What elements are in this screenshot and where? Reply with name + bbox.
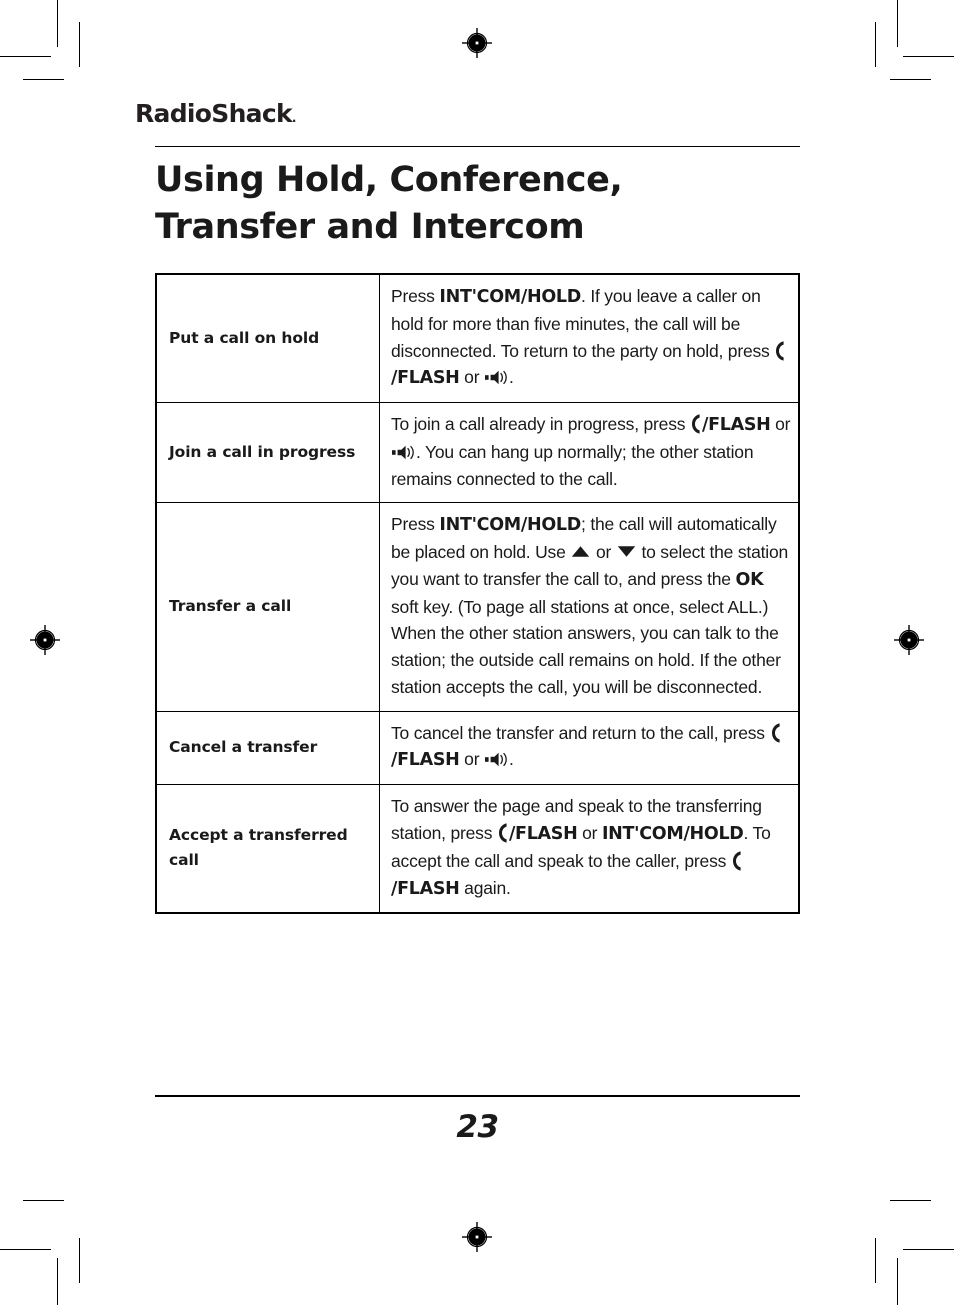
header-divider-rule: [155, 145, 800, 147]
button-name-emphasis: /FLASH: [508, 824, 578, 845]
triangle-up-icon: [571, 539, 590, 557]
crop-mark-top-left-horizontal-outer: [0, 56, 51, 57]
speaker-icon: [485, 366, 508, 385]
crop-mark-top-left-vertical-inner: [79, 22, 80, 67]
crop-mark-bottom-left-vertical-inner: [79, 1238, 80, 1283]
page-title-line-1: Using Hold, Conference,: [155, 159, 623, 200]
registration-mark-left: [30, 625, 60, 655]
button-name-emphasis: INT'COM/HOLD: [601, 824, 744, 845]
crop-mark-bottom-left-horizontal-outer: [0, 1249, 51, 1250]
handset-icon: [774, 340, 786, 361]
registration-mark-bottom: [462, 1222, 492, 1252]
button-name-emphasis: /FLASH: [391, 878, 460, 899]
instructions-table: Put a call on hold Press INT'COM/HOLD. If…: [155, 273, 800, 915]
action-description: To join a call already in progress, pres…: [379, 402, 800, 504]
button-name-emphasis: INT'COM/HOLD: [439, 287, 581, 307]
crop-mark-top-left-vertical-outer: [57, 0, 58, 47]
table-row: Join a call in progress To join a call al…: [155, 402, 800, 504]
page-footer: 23: [155, 1095, 800, 1145]
page-title-line-2: Transfer and Intercom: [155, 206, 585, 247]
radioshack-logo: RadioShack.: [135, 100, 800, 128]
crop-mark-bottom-right-horizontal-outer: [903, 1249, 954, 1250]
registration-mark-top: [462, 28, 492, 58]
button-name-emphasis: INT'COM/HOLD: [439, 515, 581, 536]
brand-trademark-dot: .: [291, 111, 297, 125]
button-name-emphasis: /FLASH: [391, 368, 460, 389]
instructions-table-body: Put a call on hold Press INT'COM/HOLD. If…: [155, 273, 800, 914]
action-label: Accept a transferred call: [155, 784, 380, 914]
crop-mark-top-right-vertical-inner: [875, 22, 876, 67]
table-row: Cancel a transfer To cancel the transfer …: [155, 710, 800, 786]
crop-mark-top-left-horizontal-inner: [23, 79, 64, 80]
registration-mark-right: [894, 625, 924, 655]
button-name-emphasis: /FLASH: [701, 415, 771, 436]
action-label: Transfer a call: [155, 502, 380, 712]
handset-icon: [731, 851, 743, 871]
action-description: To answer the page and speak to the tran…: [379, 784, 800, 914]
table-row: Transfer a call Press INT'COM/HOLD; the c…: [155, 502, 800, 712]
crop-mark-top-right-horizontal-inner: [890, 79, 931, 80]
table-row: Accept a transferred call To answer the p…: [155, 784, 800, 914]
handset-icon: [770, 723, 782, 743]
button-name-emphasis: OK: [735, 569, 764, 590]
handset-icon: [497, 823, 509, 843]
table-row: Put a call on hold Press INT'COM/HOLD. If…: [155, 273, 800, 404]
speaker-icon: [485, 748, 508, 767]
crop-mark-bottom-right-vertical-outer: [897, 1258, 898, 1305]
triangle-down-icon: [617, 539, 636, 557]
speaker-icon: [392, 441, 415, 460]
crop-mark-top-right-horizontal-outer: [903, 56, 954, 57]
handset-icon: [690, 414, 702, 434]
manual-page-content: RadioShack. Using Hold, Conference, Tran…: [135, 100, 800, 915]
crop-mark-bottom-right-horizontal-inner: [890, 1200, 931, 1201]
page-number: 23: [456, 1109, 499, 1145]
footer-divider-rule: [155, 1095, 800, 1097]
action-label: Join a call in progress: [155, 402, 380, 504]
action-label: Put a call on hold: [155, 273, 380, 404]
action-description: Press INT'COM/HOLD. If you leave a calle…: [379, 273, 800, 404]
crop-mark-bottom-left-horizontal-inner: [23, 1200, 64, 1201]
crop-mark-bottom-left-vertical-outer: [57, 1258, 58, 1305]
action-description: Press INT'COM/HOLD; the call will automa…: [379, 502, 800, 712]
crop-mark-bottom-right-vertical-inner: [875, 1238, 876, 1283]
brand-name: RadioShack: [135, 99, 293, 128]
action-label: Cancel a transfer: [155, 710, 380, 786]
action-description: To cancel the transfer and return to the…: [379, 710, 800, 786]
crop-mark-top-right-vertical-outer: [897, 0, 898, 47]
button-name-emphasis: /FLASH: [391, 750, 460, 771]
page-title: Using Hold, Conference, Transfer and Int…: [155, 157, 800, 252]
